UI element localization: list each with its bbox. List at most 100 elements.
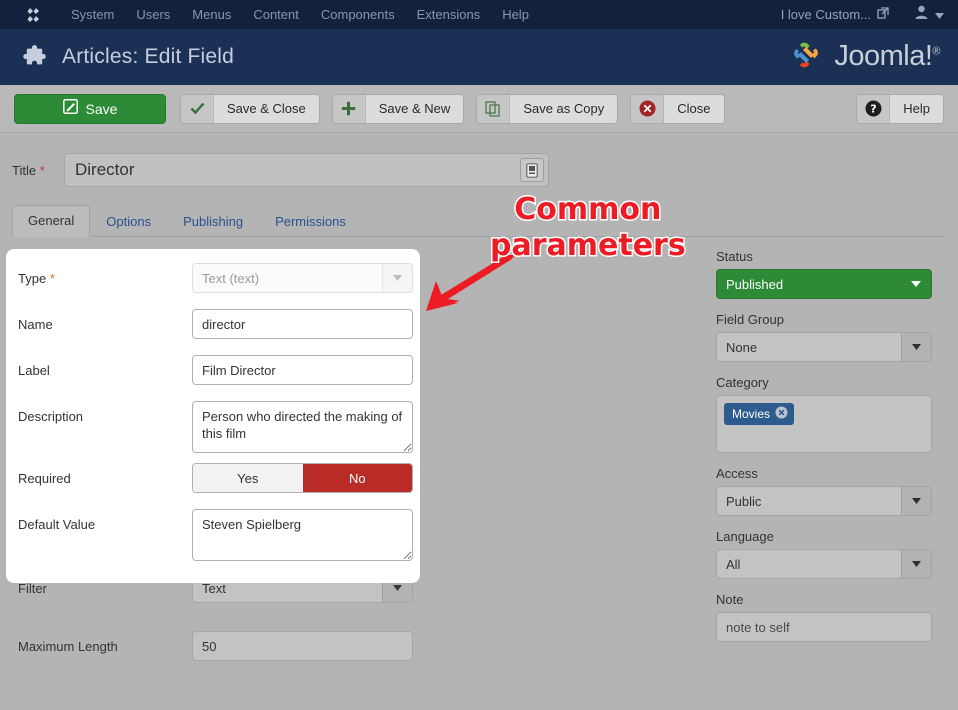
save-as-copy-button[interactable]: Save as Copy [476, 93, 619, 124]
required-control: Yes No [192, 463, 413, 493]
chevron-down-icon [901, 333, 931, 361]
category-chip-label: Movies [732, 407, 771, 421]
menu-item-users[interactable]: Users [125, 0, 181, 29]
field-row-type: Type * Text (text) [6, 263, 420, 309]
help-button[interactable]: ? Help [856, 93, 944, 124]
access-select[interactable]: Public [716, 486, 932, 516]
joomla-mark-icon[interactable] [18, 0, 48, 29]
field-group-label: Field Group [716, 312, 784, 327]
language-select[interactable]: All [716, 549, 932, 579]
registered-mark: ® [932, 44, 940, 57]
title-input[interactable] [64, 153, 549, 187]
field-row-name: Name [6, 309, 420, 355]
maximum-length-input[interactable] [192, 631, 413, 661]
menu-item-extensions[interactable]: Extensions [406, 0, 492, 29]
default-value-textarea[interactable]: Steven Spielberg [192, 509, 413, 561]
label-input[interactable] [192, 355, 413, 385]
default-value-control: Steven Spielberg [192, 509, 413, 566]
form-columns: Type * Text (text) Name director Label F… [0, 249, 958, 677]
save-and-close-button[interactable]: Save & Close [180, 93, 320, 124]
required-asterisk: * [49, 271, 55, 286]
required-yes-option[interactable]: Yes [193, 464, 303, 492]
required-toggle[interactable]: Yes No [192, 463, 413, 493]
note-label: Note [716, 592, 744, 607]
field-row-default-value: Default Value Steven Spielberg [6, 509, 420, 571]
admin-topbar: System Users Menus Content Components Ex… [0, 0, 958, 29]
plus-icon [332, 94, 366, 123]
form-sidebar-column: Status Published Field Group None Catego… [716, 249, 944, 677]
category-label: Category [716, 375, 769, 390]
common-parameters-card: Type * Text (text) Name director Label F… [6, 249, 420, 583]
type-select-value: Text (text) [202, 270, 260, 286]
language-label: Language [716, 529, 774, 544]
access-label: Access [716, 466, 758, 481]
sidebar-field-field-group: Field Group None [716, 312, 932, 362]
user-icon [915, 5, 928, 24]
required-asterisk: * [39, 162, 45, 178]
help-button-label: Help [890, 94, 943, 123]
description-control: Person who directed the making of this f… [192, 401, 413, 458]
save-as-copy-label: Save as Copy [510, 94, 618, 123]
sidebar-field-note: Note [716, 592, 932, 642]
menu-item-system[interactable]: System [60, 0, 125, 29]
site-preview-label: I love Custom... [780, 7, 871, 22]
chevron-down-icon [901, 270, 931, 298]
maximum-length-control [192, 631, 413, 661]
chevron-down-icon [382, 264, 412, 292]
user-menu[interactable] [915, 5, 944, 24]
name-input[interactable] [192, 309, 413, 339]
title-field-label: Title * [12, 162, 45, 178]
close-button[interactable]: Close [630, 93, 725, 124]
topbar-right-group: I love Custom... [781, 0, 958, 29]
field-row-description: Description Person who directed the maki… [6, 401, 420, 463]
language-select-value: All [726, 556, 741, 572]
editor-toggle-icon[interactable] [520, 158, 544, 182]
note-input[interactable] [716, 612, 932, 642]
status-label: Status [716, 249, 753, 264]
site-preview-link[interactable]: I love Custom... [781, 7, 889, 22]
title-field-row: Title * [0, 133, 958, 187]
copy-icon [477, 94, 511, 123]
category-multiselect[interactable]: Movies [716, 395, 932, 453]
menu-item-content[interactable]: Content [242, 0, 310, 29]
category-chip-movies[interactable]: Movies [724, 403, 795, 425]
save-button[interactable]: Save [14, 93, 166, 124]
page-root: System Users Menus Content Components Ex… [0, 0, 958, 710]
status-select-value: Published [726, 276, 784, 292]
toolbar-right-group: ? Help [856, 93, 944, 124]
external-link-icon [877, 7, 889, 22]
circle-x-icon [631, 94, 665, 123]
field-row-maximum-length: Maximum Length [0, 631, 716, 677]
menu-item-help[interactable]: Help [491, 0, 540, 29]
svg-text:?: ? [870, 102, 876, 115]
status-select[interactable]: Published [716, 269, 932, 299]
menu-item-menus[interactable]: Menus [181, 0, 242, 29]
menu-item-components[interactable]: Components [310, 0, 406, 29]
tab-publishing[interactable]: Publishing [167, 206, 259, 237]
type-select: Text (text) [192, 263, 413, 293]
tab-permissions[interactable]: Permissions [259, 206, 362, 237]
tab-general[interactable]: General [12, 205, 91, 237]
description-textarea[interactable]: Person who directed the making of this f… [192, 401, 413, 453]
sidebar-field-status: Status Published [716, 249, 932, 299]
check-icon [181, 94, 214, 123]
editor-toolbar: Save Save & Close Save & New Save as Cop… [0, 85, 958, 133]
save-and-new-label: Save & New [365, 94, 464, 123]
caret-down-icon [935, 6, 944, 24]
chip-remove-icon[interactable] [775, 406, 788, 422]
field-group-select[interactable]: None [716, 332, 932, 362]
sidebar-field-category: Category Movies [716, 375, 932, 453]
title-input-wrap [64, 153, 549, 187]
chevron-down-icon [901, 487, 931, 515]
sidebar-field-access: Access Public [716, 466, 932, 516]
maximum-length-label: Maximum Length [18, 639, 118, 654]
tab-options[interactable]: Options [90, 206, 167, 237]
name-control [192, 309, 413, 339]
content-area: Title * General Options Publishing Permi… [0, 133, 958, 710]
editor-tabs: General Options Publishing Permissions [12, 205, 946, 237]
required-no-option[interactable]: No [302, 464, 412, 492]
pencil-square-icon [62, 98, 78, 119]
save-and-new-button[interactable]: Save & New [331, 93, 465, 124]
page-title: Articles: Edit Field [62, 45, 235, 68]
field-group-select-value: None [726, 339, 758, 355]
